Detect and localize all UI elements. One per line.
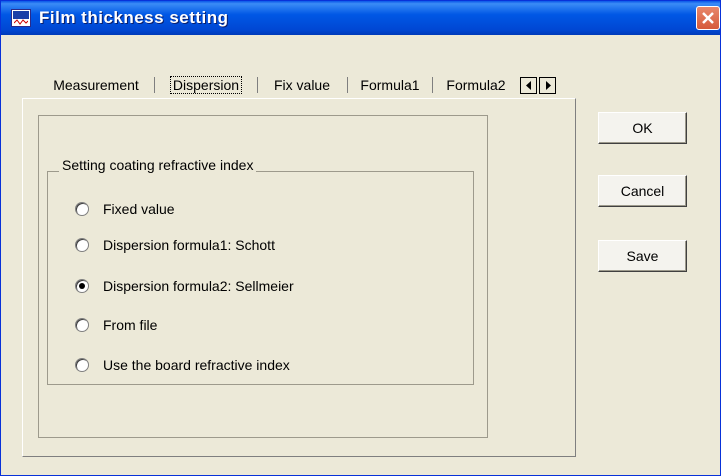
cancel-button[interactable]: Cancel (598, 175, 687, 207)
arrow-right-icon (546, 81, 551, 90)
close-button[interactable] (696, 6, 720, 30)
app-icon (11, 9, 31, 27)
radio-selected-dot (79, 283, 85, 289)
radio-button[interactable] (75, 202, 89, 216)
radio-label: From file (103, 317, 158, 333)
radio-button[interactable] (75, 318, 89, 332)
radio-button[interactable] (75, 279, 89, 293)
tab-dispersion[interactable]: Dispersion (158, 72, 254, 98)
window-title: Film thickness setting (39, 8, 229, 27)
close-icon (702, 12, 714, 24)
radio-label: Dispersion formula1: Schott (103, 237, 275, 253)
tab-formula1[interactable]: Formula1 (351, 72, 429, 98)
radio-label: Use the board refractive index (103, 357, 290, 373)
radio-button[interactable] (75, 358, 89, 372)
tab-fix-value[interactable]: Fix value (261, 72, 343, 98)
tab-measurement[interactable]: Measurement (41, 72, 151, 98)
title-bar[interactable]: Film thickness setting (1, 1, 720, 35)
tab-scroll-left-button[interactable] (520, 77, 537, 94)
ok-button[interactable]: OK (598, 112, 687, 144)
arrow-left-icon (526, 81, 531, 90)
groupbox-legend: Setting coating refractive index (59, 157, 257, 173)
dialog-window: Film thickness setting Measurement Dispe… (0, 0, 721, 476)
save-button[interactable]: Save (598, 240, 687, 272)
radio-label: Fixed value (103, 201, 175, 217)
tab-formula2[interactable]: Formula2 (436, 72, 516, 98)
radio-button[interactable] (75, 238, 89, 252)
tab-scroll-right-button[interactable] (539, 77, 556, 94)
radio-label: Dispersion formula2: Sellmeier (103, 278, 294, 294)
